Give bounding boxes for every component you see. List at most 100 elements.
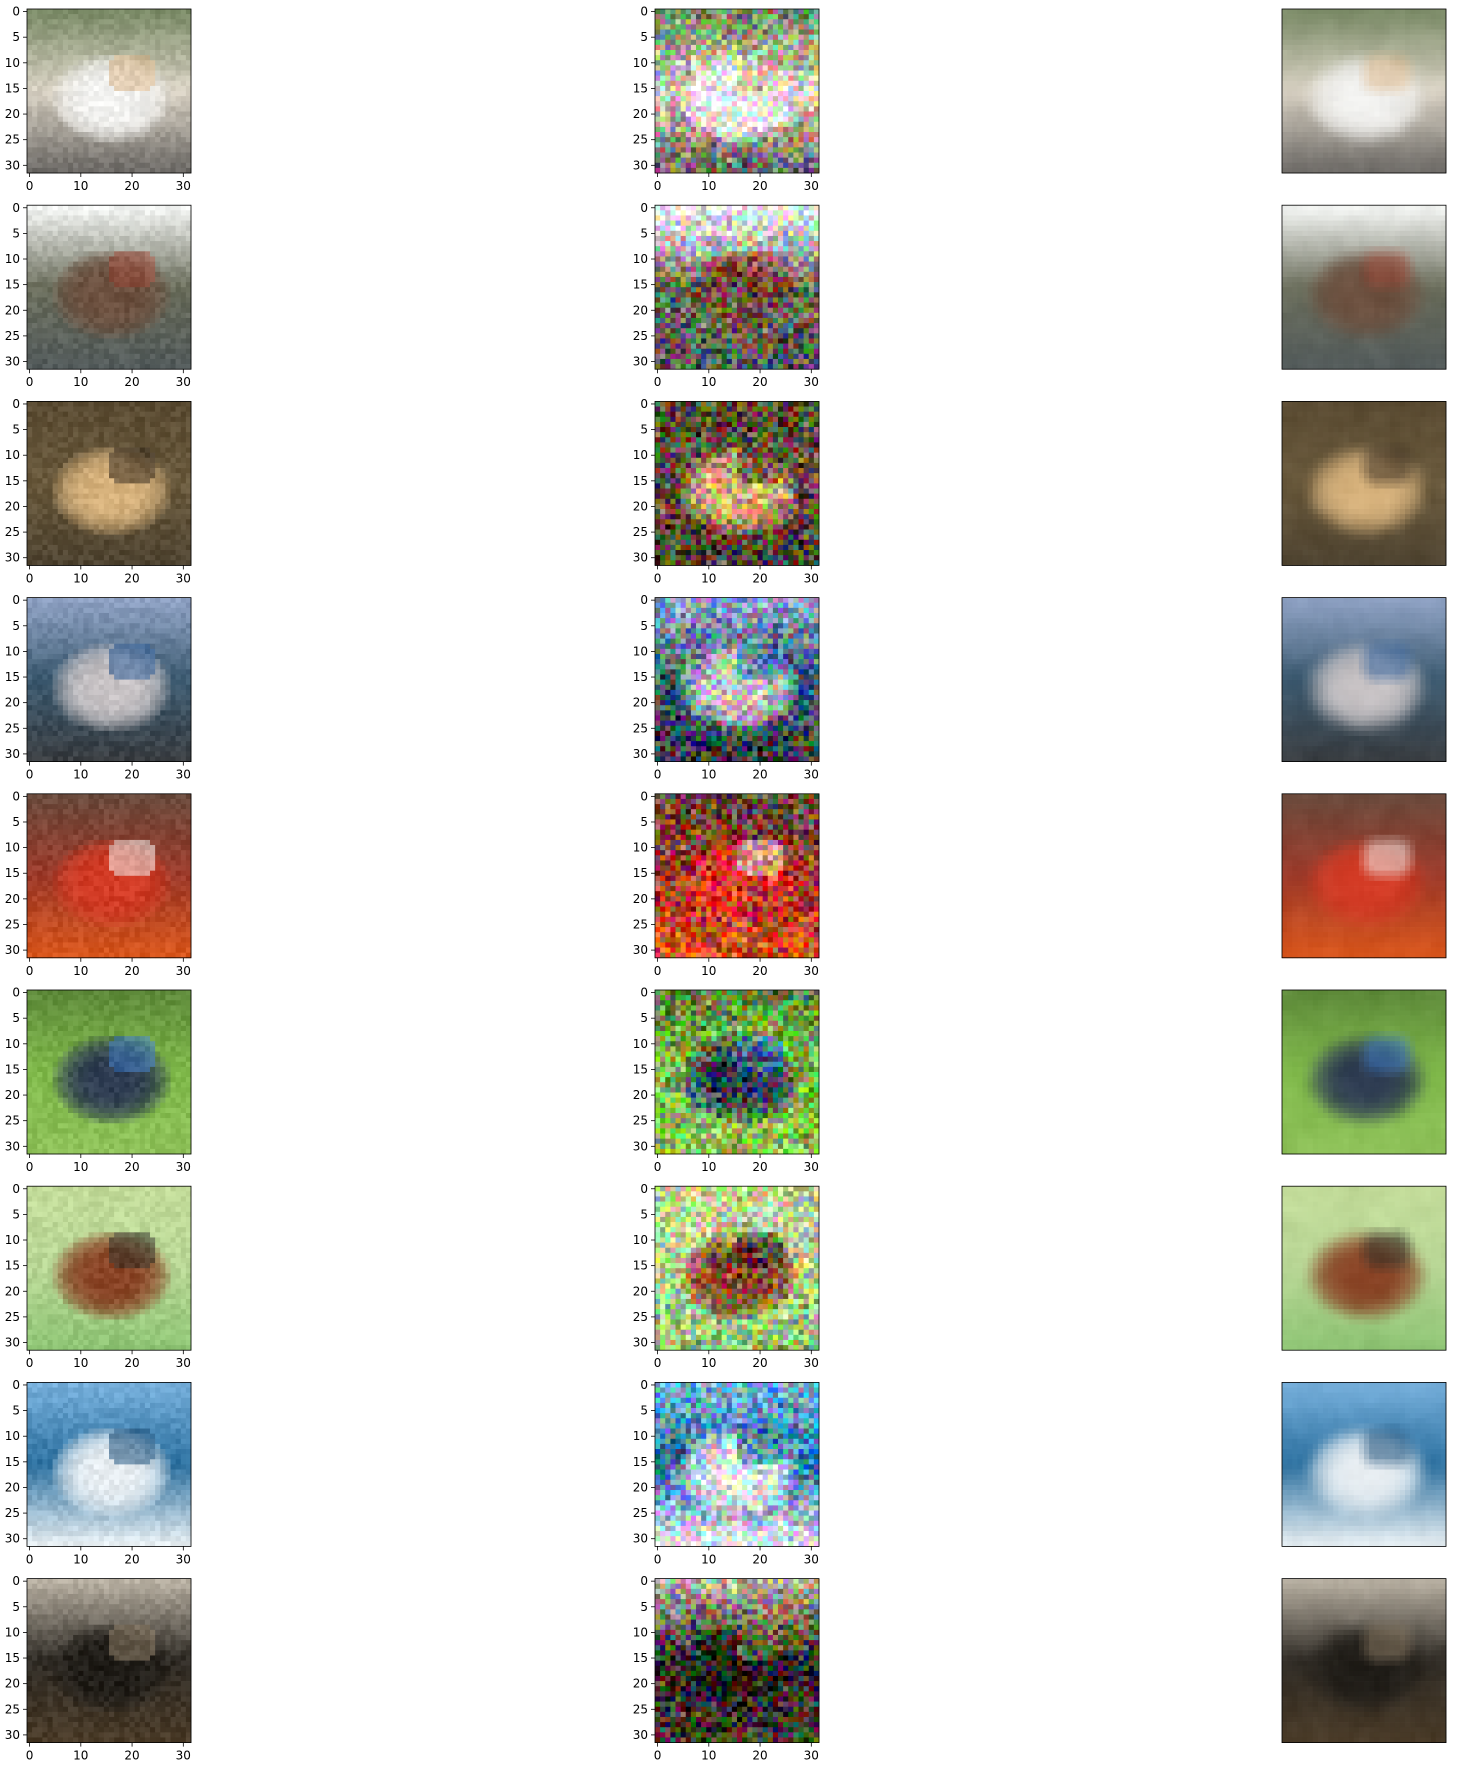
x-tick-label-r8-c1-3: 30 [176,1552,191,1566]
y-tick-label-r9-c1-3: 15 [5,1651,20,1665]
image-noisy-row-6 [655,990,820,1155]
y-tick-label-r5-c2-2: 10 [633,841,648,855]
panel-reconstructed-row-2 [1281,204,1447,370]
x-tick-label-r6-c1-1: 10 [73,1160,88,1174]
y-tick-label-r5-c1-0: 0 [12,789,20,803]
y-tick-label-r3-c2-0: 0 [640,397,648,411]
y-tick-label-r3-c2-2: 10 [633,448,648,462]
y-tick-label-r4-c1-2: 10 [5,644,20,658]
y-tick-label-r8-c1-0: 0 [12,1378,20,1392]
y-tick-label-r2-c1-3: 15 [5,278,20,292]
y-tick-label-r6-c2-5: 25 [633,1114,648,1128]
y-tick-label-r8-c2-0: 0 [640,1378,648,1392]
y-tick-label-r9-c2-2: 10 [633,1625,648,1639]
x-tick-label-r3-c2-1: 10 [701,571,716,585]
x-tick-label-r1-c1-3: 30 [176,179,191,193]
y-tick-label-r4-c1-0: 0 [12,593,20,607]
panel-noisy-row-2: 0 10 20 30 0 5 10 15 20 25 30 [633,201,820,389]
panel-reconstructed-row-7 [1281,1185,1447,1351]
y-tick-label-r8-c1-1: 5 [12,1404,20,1418]
y-tick-label-r4-c1-4: 20 [5,696,20,710]
y-tick-label-r2-c2-3: 15 [633,278,648,292]
x-tick-label-r1-c1-0: 0 [26,179,34,193]
y-tick-label-r3-c1-0: 0 [12,397,20,411]
panel-original-row-1: 0 10 20 30 0 5 10 15 20 25 30 [5,5,192,193]
x-tick-label-r2-c1-0: 0 [26,375,34,389]
y-tick-label-r8-c2-6: 30 [633,1532,648,1546]
y-tick-label-r3-c2-5: 25 [633,525,648,539]
y-tick-label-r6-c1-6: 30 [5,1139,20,1153]
image-reconstructed-row-5 [1282,793,1447,959]
x-tick-label-r2-c2-0: 0 [654,375,662,389]
y-tick-label-r1-c2-0: 0 [640,5,648,19]
y-tick-label-r1-c1-0: 0 [12,5,20,19]
image-noisy-row-5 [655,793,820,959]
y-tick-label-r2-c1-4: 20 [5,303,20,317]
y-tick-label-r3-c1-5: 25 [5,525,20,539]
y-tick-label-r2-c2-2: 10 [633,252,648,266]
x-tick-label-r6-c1-0: 0 [26,1160,34,1174]
y-tick-label-r7-c2-4: 20 [633,1284,648,1298]
y-tick-label-r5-c1-1: 5 [12,815,20,829]
y-tick-label-r4-c1-6: 30 [5,747,20,761]
y-tick-label-r7-c1-1: 5 [12,1207,20,1221]
x-tick-label-r4-c1-2: 20 [124,768,139,782]
y-tick-label-r9-c2-1: 5 [640,1600,648,1614]
x-tick-label-r5-c2-3: 30 [804,964,819,978]
image-original-row-2 [27,205,192,370]
image-noisy-row-4 [655,597,820,762]
y-tick-label-r1-c1-3: 15 [5,81,20,95]
y-tick-label-r6-c2-6: 30 [633,1139,648,1153]
panel-noisy-row-4: 0 10 20 30 0 5 10 15 20 25 30 [633,593,820,782]
x-tick-label-r5-c1-1: 10 [73,964,88,978]
y-tick-label-r9-c2-6: 30 [633,1728,648,1742]
image-reconstructed-row-1 [1282,9,1447,174]
y-tick-label-r1-c2-4: 20 [633,107,648,121]
panel-original-row-7: 0 10 20 30 0 5 10 15 20 25 30 [5,1182,192,1370]
x-tick-label-r8-c1-1: 10 [73,1552,88,1566]
x-tick-label-r3-c1-3: 30 [176,571,191,585]
panel-reconstructed-row-9 [1281,1578,1447,1743]
x-tick-label-r8-c1-0: 0 [26,1552,34,1566]
x-tick-label-r7-c1-2: 20 [124,1356,139,1370]
panel-reconstructed-row-3 [1281,400,1447,566]
y-tick-label-r8-c1-5: 25 [5,1506,20,1520]
panel-original-row-5: 0 10 20 30 0 5 10 15 20 25 30 [5,789,192,978]
x-tick-label-r8-c2-2: 20 [752,1552,767,1566]
x-tick-label-r5-c2-1: 10 [701,964,716,978]
x-tick-label-r7-c1-0: 0 [26,1356,34,1370]
image-noisy-row-7 [655,1186,820,1351]
x-tick-label-r8-c2-3: 30 [804,1552,819,1566]
y-tick-label-r3-c1-3: 15 [5,474,20,488]
panel-original-row-4: 0 10 20 30 0 5 10 15 20 25 30 [5,593,192,782]
y-tick-label-r6-c1-4: 20 [5,1088,20,1102]
y-tick-label-r9-c2-3: 15 [633,1651,648,1665]
x-tick-label-r5-c2-0: 0 [654,964,662,978]
y-tick-label-r7-c1-2: 10 [5,1233,20,1247]
y-tick-label-r7-c2-0: 0 [640,1182,648,1196]
x-tick-label-r3-c2-2: 20 [752,571,767,585]
y-tick-label-r2-c2-1: 5 [640,226,648,240]
x-tick-label-r9-c1-0: 0 [26,1749,34,1763]
y-tick-label-r2-c1-2: 10 [5,252,20,266]
x-tick-label-r6-c2-2: 20 [752,1160,767,1174]
y-tick-label-r4-c2-1: 5 [640,619,648,633]
panel-noisy-row-9: 0 10 20 30 0 5 10 15 20 25 30 [633,1574,820,1763]
y-tick-label-r2-c1-5: 25 [5,329,20,343]
y-tick-label-r8-c2-3: 15 [633,1455,648,1469]
y-tick-label-r1-c2-3: 15 [633,81,648,95]
y-tick-label-r1-c2-1: 5 [640,30,648,44]
image-noisy-row-1 [655,9,820,174]
y-tick-label-r8-c2-4: 20 [633,1480,648,1494]
x-tick-label-r5-c1-2: 20 [124,964,139,978]
image-reconstructed-row-7 [1282,1186,1447,1351]
y-tick-label-r2-c1-6: 30 [5,355,20,369]
y-tick-label-r9-c1-1: 5 [12,1600,20,1614]
panel-reconstructed-row-4 [1281,597,1447,762]
x-tick-label-r4-c2-2: 20 [752,768,767,782]
image-noisy-row-3 [655,401,820,566]
y-tick-label-r6-c1-1: 5 [12,1011,20,1025]
y-tick-label-r4-c2-4: 20 [633,696,648,710]
panel-reconstructed-row-6 [1281,989,1447,1155]
y-tick-label-r8-c1-3: 15 [5,1455,20,1469]
